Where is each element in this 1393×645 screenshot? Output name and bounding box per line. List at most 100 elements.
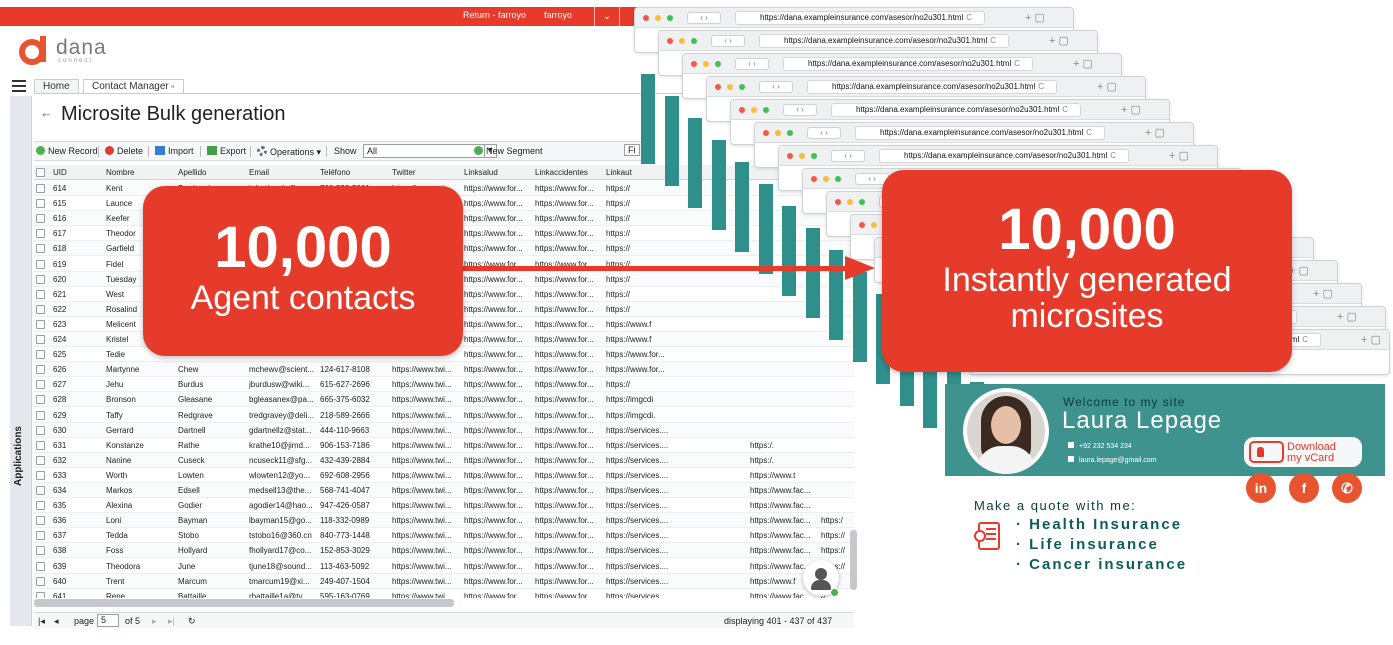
row-checkbox[interactable] [36,274,45,284]
table-row[interactable]: 632 Nanine Cuseck ncuseck11@sfg... 432-439-2… [34,452,854,468]
browser-nav-buttons[interactable]: ‹ › [831,150,865,162]
profile-email[interactable]: laura.lepage@gmail.com [1068,456,1157,464]
new-segment-button[interactable]: New Segment [474,146,543,156]
filter-input[interactable]: Fi [624,144,640,156]
close-window-dot[interactable] [811,176,817,182]
minimize-window-dot[interactable] [703,61,709,67]
new-tab-icon[interactable]: + ▢ [1361,333,1381,346]
close-window-dot[interactable] [739,107,745,113]
close-window-dot[interactable] [691,61,697,67]
minimize-window-dot[interactable] [727,84,733,90]
reload-icon[interactable]: C [1302,334,1308,346]
maximize-window-dot[interactable] [859,199,865,205]
maximize-window-dot[interactable] [811,153,817,159]
row-checkbox[interactable] [36,395,45,405]
table-row[interactable]: 641 Rene Battaille rbattaille1a@ty... 595-16… [34,589,854,598]
minimize-window-dot[interactable] [823,176,829,182]
minimize-window-dot[interactable] [679,38,685,44]
import-button[interactable]: Import [155,146,194,156]
new-record-button[interactable]: New Record [36,146,98,156]
prev-page-button[interactable]: ◂ [54,616,59,627]
table-row[interactable]: 626 Martynne Chew mchewv@scient... 124-617-8… [34,362,854,378]
table-row[interactable]: 628 Bronson Gleasane bgleasanex@pa... 665-37… [34,392,854,408]
table-row[interactable]: 635 Alexina Godier agodier14@hao... 947-426-… [34,498,854,514]
column-header[interactable]: Linkaut [606,168,632,177]
column-header[interactable]: Apellido [178,168,206,177]
maximize-window-dot[interactable] [691,38,697,44]
row-checkbox[interactable] [36,335,45,344]
new-tab-icon[interactable]: + ▢ [1073,57,1093,70]
reload-icon[interactable]: C [1038,81,1044,93]
maximize-window-dot[interactable] [715,61,721,67]
row-checkbox[interactable] [36,244,45,254]
table-row[interactable]: 634 Markos Edsell medsell13@the... 568-741-4… [34,483,854,499]
row-checkbox[interactable] [36,184,45,193]
column-header[interactable]: UID [53,168,67,177]
column-header[interactable]: Twitter [392,168,416,177]
row-checkbox[interactable] [36,199,45,209]
row-checkbox[interactable] [36,365,45,375]
row-checkbox[interactable] [36,516,45,526]
maximize-window-dot[interactable] [667,15,673,21]
browser-nav-buttons[interactable]: ‹ › [687,12,721,24]
maximize-window-dot[interactable] [739,84,745,90]
row-checkbox[interactable] [36,531,45,541]
applications-sidebar[interactable]: Applications [10,96,32,626]
table-row[interactable]: 633 Worth Lowten wlowten12@yo... 692-608-295… [34,468,854,483]
close-window-dot[interactable] [859,222,865,228]
horizontal-scrollbar[interactable] [34,599,454,607]
table-row[interactable]: 630 Gerrard Dartnell gdartnellz@stat... 444-… [34,422,854,438]
tab-contact-manager[interactable]: Contact Manager × [83,79,184,94]
reload-icon[interactable]: C [1110,150,1116,162]
row-checkbox[interactable] [36,486,45,495]
reload-icon[interactable]: C [1062,104,1068,116]
close-icon[interactable]: × [171,84,175,91]
row-checkbox[interactable] [36,214,45,224]
address-bar[interactable]: https://dana.exampleinsurance.com/asesor… [807,80,1057,94]
refresh-icon[interactable]: ↻ [188,616,196,627]
close-window-dot[interactable] [787,153,793,159]
table-row[interactable]: 637 Tedda Stobo tstobo16@360.cn 840-773-1448… [34,528,854,544]
user-avatar[interactable] [803,560,839,597]
maximize-window-dot[interactable] [787,130,793,136]
row-checkbox[interactable] [36,546,45,556]
reload-icon[interactable]: C [966,12,972,24]
new-tab-icon[interactable]: + ▢ [1025,11,1045,24]
whatsapp-icon[interactable]: ✆ [1332,473,1362,503]
close-window-dot[interactable] [715,84,721,90]
user-name[interactable]: farroyo [544,10,572,20]
new-tab-icon[interactable]: + ▢ [1169,149,1189,162]
last-page-button[interactable]: ▸| [168,616,175,627]
row-checkbox[interactable] [36,591,45,598]
table-row[interactable]: 629 Taffy Redgrave tredgravey@deli... 218-58… [34,408,854,423]
chevron-down-icon[interactable]: ⌄ [594,7,620,26]
reload-icon[interactable]: C [1086,127,1092,139]
maximize-window-dot[interactable] [763,107,769,113]
minimize-window-dot[interactable] [775,130,781,136]
browser-nav-buttons[interactable]: ‹ › [783,104,817,116]
row-checkbox[interactable] [36,425,45,435]
facebook-icon[interactable]: f [1289,473,1319,503]
address-bar[interactable]: https://dana.exampleinsurance.com/asesor… [831,103,1081,117]
row-checkbox[interactable] [36,470,45,480]
address-bar[interactable]: https://dana.exampleinsurance.com/asesor… [855,126,1105,140]
reload-icon[interactable]: C [990,35,996,47]
address-bar[interactable]: https://dana.exampleinsurance.com/asesor… [735,11,985,25]
new-tab-icon[interactable]: + ▢ [1049,34,1069,47]
table-row[interactable]: 631 Konstanze Rathe krathe10@jimd... 906-153… [34,438,854,453]
maximize-window-dot[interactable] [835,176,841,182]
minimize-window-dot[interactable] [847,199,853,205]
row-checkbox[interactable] [36,455,45,465]
row-checkbox[interactable] [36,380,45,390]
row-checkbox[interactable] [36,319,45,329]
row-checkbox[interactable] [36,304,45,314]
column-header[interactable]: Nombre [106,168,134,177]
row-checkbox[interactable] [36,350,45,360]
row-checkbox[interactable] [36,259,45,269]
tab-home[interactable]: Home [34,79,79,94]
new-tab-icon[interactable]: + ▢ [1145,126,1165,139]
browser-nav-buttons[interactable]: ‹ › [711,35,745,47]
reload-icon[interactable]: C [1014,58,1020,70]
row-checkbox[interactable] [36,440,45,450]
page-number-input[interactable]: 5 [97,614,119,627]
